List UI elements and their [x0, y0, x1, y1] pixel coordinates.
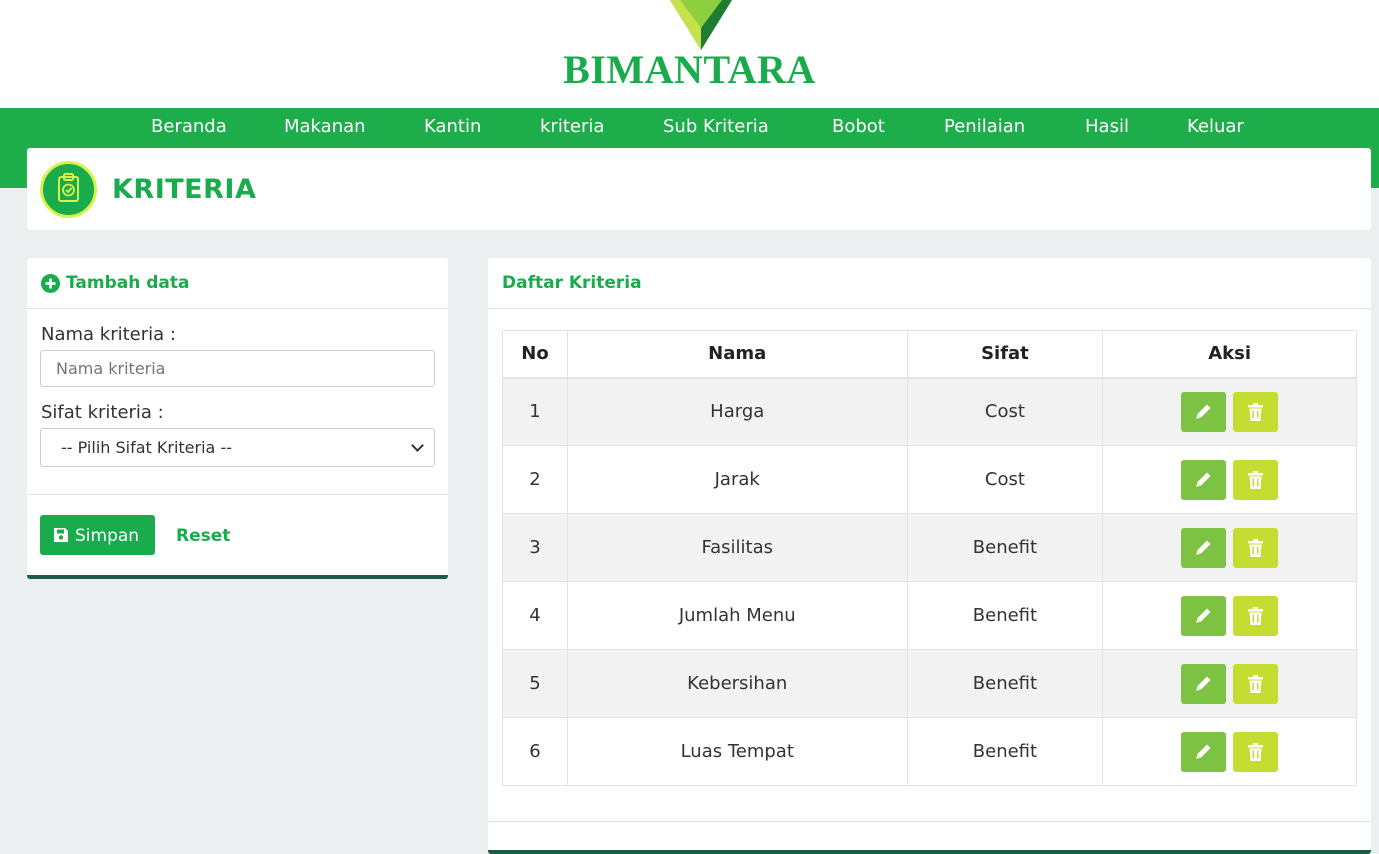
pencil-icon: [1196, 744, 1211, 759]
row-nama: Harga: [566, 377, 908, 446]
reset-button[interactable]: Reset: [176, 526, 230, 546]
delete-button[interactable]: [1233, 527, 1279, 568]
pencil-icon: [1196, 608, 1211, 623]
pencil-icon: [1196, 676, 1211, 691]
row-actions: [1102, 717, 1357, 786]
trash-icon: [1248, 674, 1264, 693]
pencil-icon: [1196, 540, 1211, 555]
nav-item-sub-kriteria[interactable]: Sub Kriteria: [663, 117, 769, 137]
table-header-row: No Nama Sifat Aksi: [502, 330, 1357, 379]
row-sifat: Benefit: [906, 649, 1104, 718]
row-actions: [1102, 513, 1357, 582]
row-sifat: Benefit: [906, 581, 1104, 650]
row-no: 4: [502, 581, 568, 650]
row-actions: [1102, 445, 1357, 514]
logo-triangle-icon: [670, 0, 732, 50]
save-icon: [54, 528, 68, 542]
trash-icon: [1248, 742, 1264, 761]
brand-logo-text[interactable]: BIMANTARA: [0, 46, 1379, 93]
divider: [488, 308, 1371, 309]
criteria-name-input[interactable]: [40, 350, 435, 387]
row-nama: Jarak: [566, 445, 908, 514]
row-actions: [1102, 649, 1357, 718]
row-nama: Fasilitas: [566, 513, 908, 582]
divider: [27, 308, 448, 309]
row-no: 1: [502, 377, 568, 446]
pencil-icon: [1196, 404, 1211, 419]
delete-button[interactable]: [1233, 459, 1279, 500]
edit-button[interactable]: [1181, 459, 1227, 500]
table-row: 6 Luas Tempat Benefit: [502, 717, 1357, 786]
divider: [27, 494, 448, 495]
row-actions: [1102, 581, 1357, 650]
criteria-list-title: Daftar Kriteria: [502, 273, 642, 293]
criteria-type-label: Sifat kriteria :: [41, 402, 164, 423]
nav-item-kriteria[interactable]: kriteria: [540, 117, 604, 137]
nav-item-beranda[interactable]: Beranda: [151, 117, 227, 137]
row-sifat: Benefit: [906, 513, 1104, 582]
row-sifat: Cost: [906, 377, 1104, 446]
row-actions: [1102, 377, 1357, 446]
plus-circle-icon: [41, 274, 60, 293]
row-nama: Luas Tempat: [566, 717, 908, 786]
add-criteria-title: Tambah data: [66, 273, 190, 293]
row-no: 3: [502, 513, 568, 582]
nav-item-hasil[interactable]: Hasil: [1085, 117, 1129, 137]
row-no: 2: [502, 445, 568, 514]
criteria-type-selected-value: -- Pilih Sifat Kriteria --: [61, 438, 232, 457]
nav-item-bobot[interactable]: Bobot: [832, 117, 885, 137]
column-header-sifat: Sifat: [906, 330, 1104, 379]
row-no: 5: [502, 649, 568, 718]
edit-button[interactable]: [1181, 527, 1227, 568]
clipboard-check-icon: [40, 161, 97, 218]
criteria-table: No Nama Sifat Aksi 1 Harga Cost 2 Jarak …: [502, 330, 1357, 786]
edit-button[interactable]: [1181, 663, 1227, 704]
table-row: 1 Harga Cost: [502, 377, 1357, 446]
delete-button[interactable]: [1233, 595, 1279, 636]
pencil-icon: [1196, 472, 1211, 487]
trash-icon: [1248, 402, 1264, 421]
edit-button[interactable]: [1181, 595, 1227, 636]
nav-item-makanan[interactable]: Makanan: [284, 117, 366, 137]
trash-icon: [1248, 538, 1264, 557]
criteria-name-label: Nama kriteria :: [41, 324, 176, 345]
page-title: KRITERIA: [112, 174, 257, 205]
edit-button[interactable]: [1181, 731, 1227, 772]
nav-item-kantin[interactable]: Kantin: [424, 117, 481, 137]
column-header-nama: Nama: [566, 330, 908, 379]
trash-icon: [1248, 470, 1264, 489]
table-row: 2 Jarak Cost: [502, 445, 1357, 514]
row-nama: Jumlah Menu: [566, 581, 908, 650]
row-no: 6: [502, 717, 568, 786]
divider: [488, 821, 1371, 822]
table-row: 5 Kebersihan Benefit: [502, 649, 1357, 718]
column-header-aksi: Aksi: [1102, 330, 1357, 379]
edit-button[interactable]: [1181, 391, 1227, 432]
column-header-no: No: [502, 330, 568, 379]
delete-button[interactable]: [1233, 391, 1279, 432]
save-button-label[interactable]: Simpan: [75, 526, 139, 546]
delete-button[interactable]: [1233, 731, 1279, 772]
row-sifat: Benefit: [906, 717, 1104, 786]
nav-item-keluar[interactable]: Keluar: [1187, 117, 1244, 137]
nav-item-penilaian[interactable]: Penilaian: [944, 117, 1025, 137]
row-nama: Kebersihan: [566, 649, 908, 718]
trash-icon: [1248, 606, 1264, 625]
criteria-type-select[interactable]: -- Pilih Sifat Kriteria --: [40, 428, 435, 467]
row-sifat: Cost: [906, 445, 1104, 514]
table-row: 3 Fasilitas Benefit: [502, 513, 1357, 582]
table-row: 4 Jumlah Menu Benefit: [502, 581, 1357, 650]
delete-button[interactable]: [1233, 663, 1279, 704]
